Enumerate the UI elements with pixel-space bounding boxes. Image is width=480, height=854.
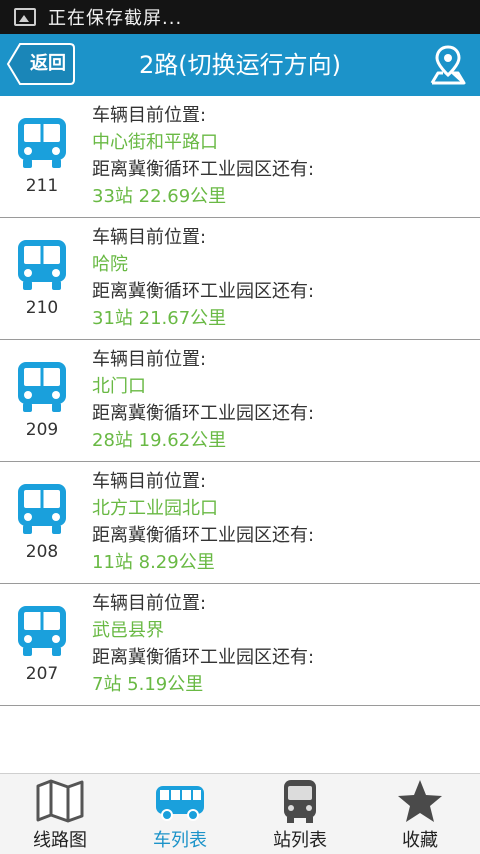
bus-icon — [18, 118, 66, 168]
header: 返回 2路(切换运行方向) — [0, 34, 480, 96]
page-title: 2路(切换运行方向) — [139, 51, 341, 79]
bus-number: 210 — [25, 298, 59, 318]
tab-vehicle-list[interactable]: 车列表 — [120, 774, 240, 854]
vehicle-position-label: 车辆目前位置: — [92, 105, 207, 126]
bus-icon — [18, 606, 66, 656]
distance-label: 距离冀衡循环工业园区还有: — [92, 525, 315, 546]
vehicle-position-label: 车辆目前位置: — [92, 227, 207, 248]
remaining-distance: 11站 8.29公里 — [92, 552, 215, 573]
list-item[interactable]: 211 车辆目前位置: 中心街和平路口 距离冀衡循环工业园区还有: 33站 22… — [0, 96, 480, 218]
vehicle-position-label: 车辆目前位置: — [92, 471, 207, 492]
tab-station-list[interactable]: 站列表 — [240, 774, 360, 854]
vehicle-position-label: 车辆目前位置: — [92, 349, 207, 370]
distance-label: 距离冀衡循环工业园区还有: — [92, 647, 315, 668]
bus-side-icon — [156, 786, 204, 821]
vehicle-info: 车辆目前位置: 武邑县界 距离冀衡循环工业园区还有: 7站 5.19公里 — [92, 590, 314, 698]
map-location-button[interactable] — [428, 43, 468, 87]
bus-icon — [18, 362, 66, 412]
tab-favorites[interactable]: 收藏 — [360, 774, 480, 854]
back-button[interactable]: 返回 — [6, 42, 76, 86]
remaining-distance: 31站 21.67公里 — [92, 308, 227, 329]
image-icon — [14, 8, 36, 26]
bus-number: 207 — [25, 664, 59, 684]
vehicle-location: 北方工业园北口 — [92, 498, 218, 519]
tab-label: 收藏 — [402, 830, 438, 851]
bus-icon — [18, 484, 66, 534]
bus-number: 209 — [25, 420, 59, 440]
vehicle-location: 哈院 — [92, 254, 128, 275]
vehicle-info: 车辆目前位置: 北门口 距离冀衡循环工业园区还有: 28站 19.62公里 — [92, 346, 314, 454]
list-item[interactable]: 209 车辆目前位置: 北门口 距离冀衡循环工业园区还有: 28站 19.62公… — [0, 340, 480, 462]
tab-route-map[interactable]: 线路图 — [0, 774, 120, 854]
vehicle-location: 北门口 — [92, 376, 146, 397]
bus-number: 208 — [25, 542, 59, 562]
list-item[interactable]: 208 车辆目前位置: 北方工业园北口 距离冀衡循环工业园区还有: 11站 8.… — [0, 462, 480, 584]
vehicle-info: 车辆目前位置: 北方工业园北口 距离冀衡循环工业园区还有: 11站 8.29公里 — [92, 468, 314, 576]
map-icon — [36, 779, 84, 823]
tab-label: 车列表 — [153, 830, 207, 851]
vehicle-list: 211 车辆目前位置: 中心街和平路口 距离冀衡循环工业园区还有: 33站 22… — [0, 96, 480, 706]
vehicle-location: 武邑县界 — [92, 620, 164, 641]
distance-label: 距离冀衡循环工业园区还有: — [92, 281, 315, 302]
list-item[interactable]: 210 车辆目前位置: 哈院 距离冀衡循环工业园区还有: 31站 21.67公里 — [0, 218, 480, 340]
star-icon — [398, 780, 442, 822]
remaining-distance: 28站 19.62公里 — [92, 430, 227, 451]
remaining-distance: 33站 22.69公里 — [92, 186, 227, 207]
back-label: 返回 — [30, 53, 66, 74]
vehicle-info: 车辆目前位置: 哈院 距离冀衡循环工业园区还有: 31站 21.67公里 — [92, 224, 314, 332]
map-pin-icon — [430, 45, 466, 85]
vehicle-position-label: 车辆目前位置: — [92, 593, 207, 614]
bus-icon — [18, 240, 66, 290]
list-item[interactable]: 207 车辆目前位置: 武邑县界 距离冀衡循环工业园区还有: 7站 5.19公里 — [0, 584, 480, 706]
bottom-tab-bar: 线路图 车列表 站列表 收藏 — [0, 773, 480, 854]
status-bar: 正在保存截屏... — [0, 0, 480, 34]
tab-label: 线路图 — [33, 830, 87, 851]
tab-label: 站列表 — [273, 830, 327, 851]
vehicle-info: 车辆目前位置: 中心街和平路口 距离冀衡循环工业园区还有: 33站 22.69公… — [92, 102, 314, 210]
status-notification: 正在保存截屏... — [48, 8, 183, 29]
remaining-distance: 7站 5.19公里 — [92, 674, 204, 695]
distance-label: 距离冀衡循环工业园区还有: — [92, 159, 315, 180]
vehicle-location: 中心街和平路口 — [92, 132, 218, 153]
distance-label: 距离冀衡循环工业园区还有: — [92, 403, 315, 424]
bus-number: 211 — [25, 176, 59, 196]
bus-front-icon — [284, 780, 316, 823]
